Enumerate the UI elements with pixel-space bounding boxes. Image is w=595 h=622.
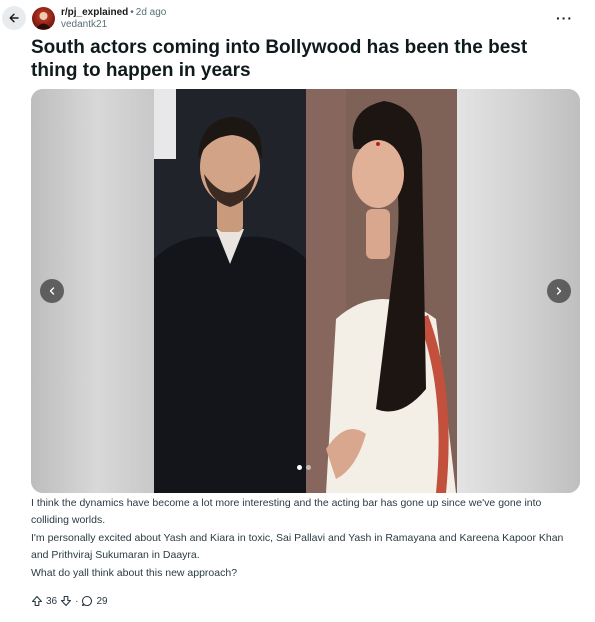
vote-count: 36 xyxy=(46,595,58,607)
image-carousel[interactable] xyxy=(31,89,580,493)
vote-control: 36 xyxy=(31,595,72,607)
arrow-left-icon xyxy=(9,13,19,23)
post-body-paragraph: What do yall think about this new approa… xyxy=(31,567,238,579)
post-actions: 36 · 29 xyxy=(31,595,108,607)
comments-button[interactable]: 29 xyxy=(81,595,108,607)
carousel-image-left-person xyxy=(154,89,306,493)
author-link[interactable]: vedantk21 xyxy=(61,19,166,31)
upvote-icon[interactable] xyxy=(31,595,43,607)
downvote-icon[interactable] xyxy=(60,595,72,607)
comment-icon xyxy=(82,595,93,607)
post-time: 2d ago xyxy=(135,7,167,18)
comment-count: 29 xyxy=(96,595,108,607)
subreddit-avatar[interactable] xyxy=(32,7,55,30)
chevron-left-icon xyxy=(49,287,55,295)
post-meta: r/pj_explained • 2d ago vedantk21 xyxy=(61,7,166,31)
post-body-paragraph: I'm personally excited about Yash and Ki… xyxy=(31,532,564,561)
back-button[interactable] xyxy=(2,6,26,30)
post-title: South actors coming into Bollywood has b… xyxy=(31,37,528,81)
action-separator: · xyxy=(75,595,79,607)
post-body-paragraph: I think the dynamics have become a lot m… xyxy=(31,497,542,526)
carousel-next-button[interactable] xyxy=(547,279,571,303)
subreddit-link[interactable]: r/pj_explained xyxy=(61,7,128,18)
carousel-dot[interactable] xyxy=(297,465,302,470)
more-options-button[interactable]: ··· xyxy=(556,10,573,26)
chevron-right-icon xyxy=(556,287,562,295)
meta-separator: • xyxy=(130,7,134,18)
carousel-pagination xyxy=(297,465,311,470)
carousel-image-right-person xyxy=(306,89,457,493)
carousel-prev-button[interactable] xyxy=(40,279,64,303)
carousel-dot[interactable] xyxy=(306,465,311,470)
